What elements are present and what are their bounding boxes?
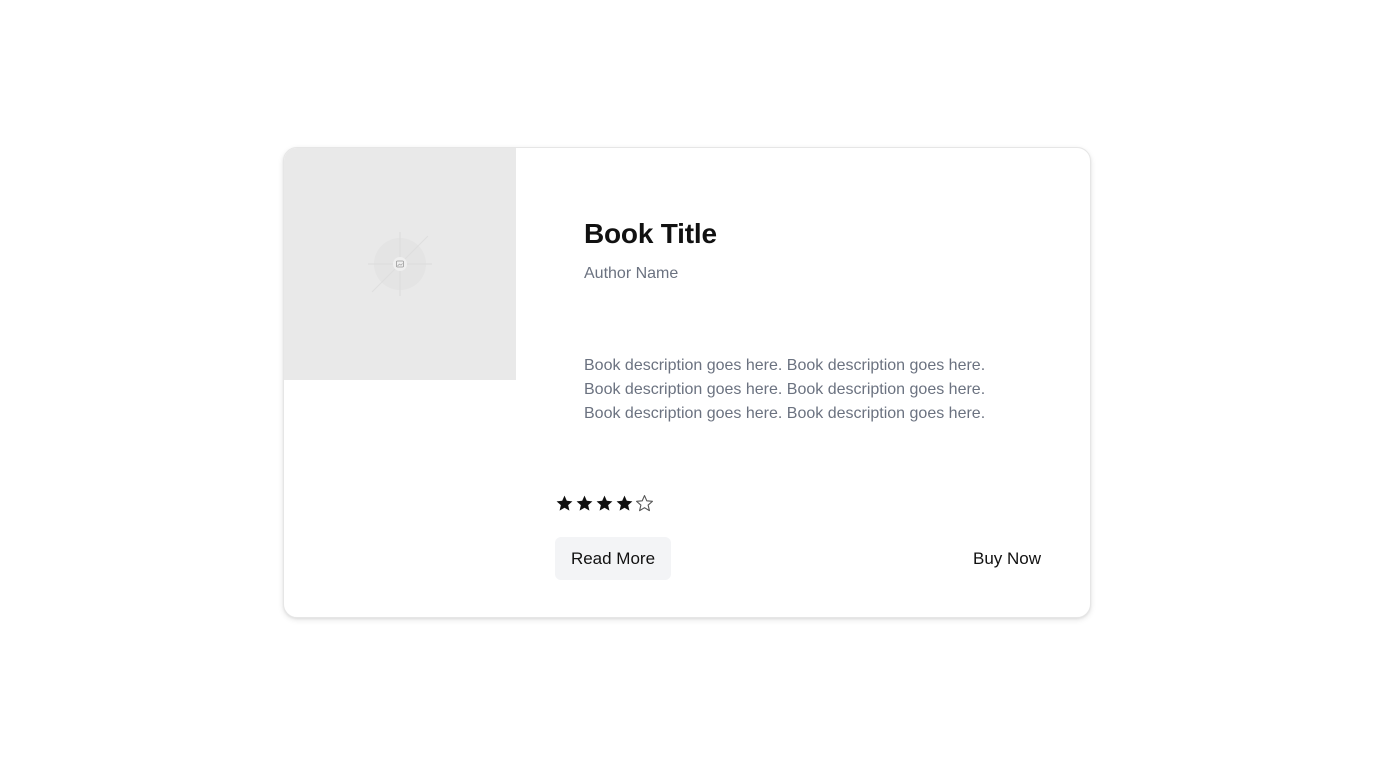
star-filled-icon [576, 495, 593, 511]
image-placeholder-icon [368, 232, 432, 296]
star-filled-icon [556, 495, 573, 511]
buy-now-button[interactable]: Buy Now [952, 537, 1062, 580]
book-description: Book description goes here. Book descrip… [584, 357, 986, 422]
book-author: Author Name [584, 265, 679, 282]
star-empty-icon [636, 495, 653, 512]
book-card: Book Title Author Name Book description … [283, 147, 1091, 618]
read-more-button[interactable]: Read More [555, 537, 671, 580]
book-details: Book Title Author Name Book description … [516, 148, 1090, 617]
star-rating [555, 494, 654, 513]
book-title: Book Title [584, 218, 717, 249]
star-filled-icon [596, 495, 613, 511]
star-filled-icon [616, 495, 633, 511]
book-cover-placeholder [284, 148, 516, 380]
